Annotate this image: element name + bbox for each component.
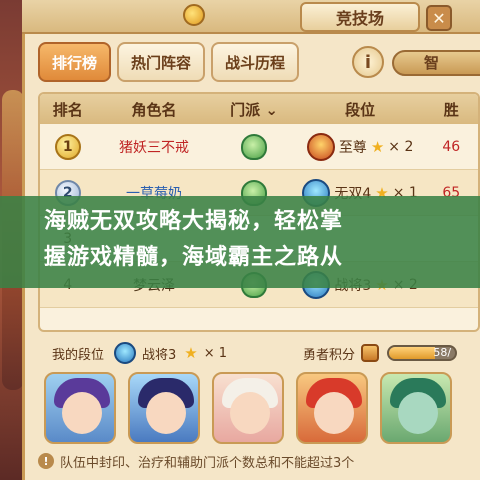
header-tier: 段位 bbox=[345, 100, 376, 119]
right-plaque: 智 bbox=[392, 50, 480, 76]
school-cell bbox=[212, 133, 295, 160]
tier-emblem-icon bbox=[114, 342, 137, 364]
gold-medal-icon: 1 bbox=[54, 133, 81, 160]
star-count: × 2 bbox=[388, 138, 414, 155]
star-icon: ★ bbox=[184, 344, 198, 362]
lineup-rule-note: ! 队伍中封印、治疗和辅助门派个数总和不能超过3个 bbox=[38, 448, 480, 474]
hero-face bbox=[230, 392, 270, 434]
rule-text: 队伍中封印、治疗和辅助门派个数总和不能超过3个 bbox=[60, 455, 355, 471]
banner-line-2: 握游戏精髓，海域霸主之路从 bbox=[44, 245, 344, 270]
hero-portrait[interactable] bbox=[44, 372, 116, 444]
close-button[interactable]: ✕ bbox=[426, 5, 452, 31]
table-row[interactable]: 1 猪妖三不戒 至尊 ★ × 2 46 bbox=[40, 124, 478, 170]
star-icon: ★ bbox=[370, 137, 385, 156]
tier-name: 至尊 bbox=[338, 139, 367, 156]
page-title: 竞技场 bbox=[300, 2, 420, 32]
lineup-portraits bbox=[44, 372, 480, 444]
article-title-banner: 海贼无双攻略大揭秘，轻松掌 握游戏精髓，海域霸主之路从 bbox=[0, 196, 480, 288]
rank-cell: 1 bbox=[40, 133, 96, 160]
score-text: 58/ bbox=[433, 346, 452, 359]
hero-face bbox=[146, 392, 186, 434]
tab-popular-lineups[interactable]: 热门阵容 bbox=[117, 42, 206, 82]
score-icon bbox=[361, 344, 380, 362]
hero-face bbox=[62, 392, 102, 434]
my-rank-label: 我的段位 bbox=[52, 347, 105, 363]
score-progress-fill bbox=[389, 347, 436, 359]
header-school[interactable]: 门派 ⌄ bbox=[212, 99, 295, 120]
school-icon bbox=[241, 133, 268, 160]
hero-face bbox=[314, 392, 354, 434]
player-name: 猪妖三不戒 bbox=[118, 139, 189, 156]
hero-portrait[interactable] bbox=[128, 372, 200, 444]
my-rank-bar: 我的段位 战将3 ★ × 1 勇者积分 58/ bbox=[38, 338, 480, 368]
tier-cell: 至尊 ★ × 2 bbox=[296, 132, 425, 161]
header-name: 角色名 bbox=[131, 100, 177, 119]
chevron-down-icon: ⌄ bbox=[260, 100, 278, 119]
hero-portrait[interactable] bbox=[212, 372, 284, 444]
score-label: 勇者积分 bbox=[303, 347, 356, 363]
header-rank: 排名 bbox=[52, 100, 83, 119]
header-win: 胜 bbox=[443, 100, 459, 119]
hero-portrait[interactable] bbox=[380, 372, 452, 444]
table-header: 排名 角色名 门派 ⌄ 段位 胜 bbox=[40, 94, 478, 124]
my-star-count: × 1 bbox=[203, 345, 228, 361]
win-value: 46 bbox=[442, 138, 461, 155]
warning-icon: ! bbox=[38, 453, 54, 469]
my-tier-name: 战将3 bbox=[142, 347, 177, 363]
gem-ornament-icon bbox=[183, 4, 205, 26]
header-school-label: 门派 bbox=[230, 100, 261, 119]
score-progress-bar: 58/ bbox=[387, 345, 458, 361]
tab-bar: 排行榜 热门阵容 战斗历程 bbox=[38, 42, 300, 82]
hero-portrait[interactable] bbox=[296, 372, 368, 444]
hero-face bbox=[398, 392, 438, 434]
banner-line-1: 海贼无双攻略大揭秘，轻松掌 bbox=[44, 209, 344, 234]
tab-leaderboard[interactable]: 排行榜 bbox=[38, 42, 112, 82]
tier-emblem-icon bbox=[306, 132, 335, 161]
info-button[interactable]: i bbox=[352, 46, 384, 78]
tab-battle-history[interactable]: 战斗历程 bbox=[211, 42, 300, 82]
